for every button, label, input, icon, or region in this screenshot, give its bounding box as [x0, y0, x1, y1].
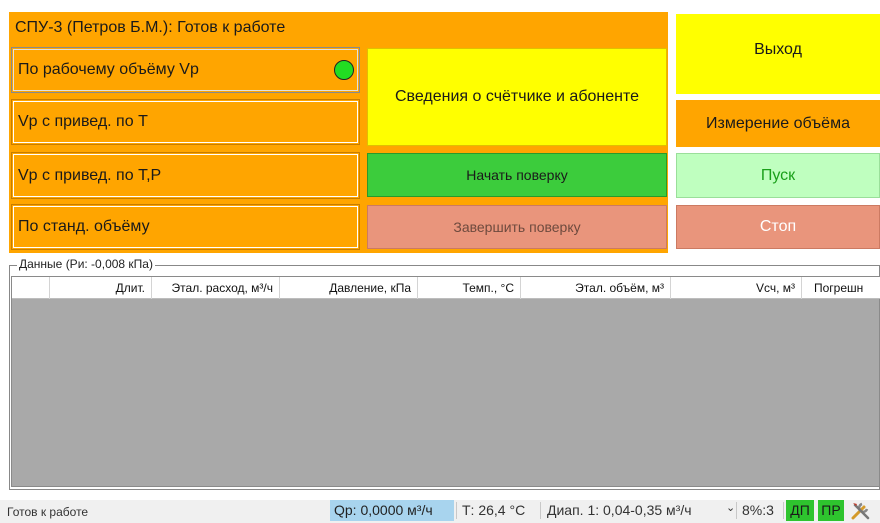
- mode-label: По станд. объёму: [18, 218, 150, 235]
- flow-rate: Qр: 0,0000 м³/ч: [330, 500, 454, 521]
- status-bar: Готов к работе Qр: 0,0000 м³/ч Т: 26,4 °…: [0, 500, 880, 523]
- mode-tp-corrected-button[interactable]: Vр с привед. по Т,Р: [11, 152, 360, 199]
- status-text: Готов к работе: [7, 505, 89, 519]
- meter-info-label: Сведения о счётчике и абоненте: [394, 88, 640, 105]
- mode-standard-volume-button[interactable]: По станд. объёму: [11, 204, 360, 250]
- temperature: Т: 26,4 °С: [462, 502, 526, 518]
- status-separator: [540, 502, 541, 519]
- status-separator: [456, 502, 457, 519]
- run-button[interactable]: Пуск: [676, 153, 880, 198]
- column-header[interactable]: Этал. объём, м³: [521, 277, 671, 299]
- column-header[interactable]: Темп., °С: [418, 277, 521, 299]
- status-separator: [783, 502, 784, 519]
- stop-label: Стоп: [759, 218, 797, 235]
- meter-info-button[interactable]: Сведения о счётчике и абоненте: [367, 48, 667, 146]
- column-header[interactable]: Давление, кПа: [280, 277, 418, 299]
- mode-label: Vр с привед. по Т,Р: [18, 166, 162, 184]
- tools-icon[interactable]: [850, 500, 880, 521]
- column-header[interactable]: Погрешн: [802, 277, 880, 299]
- grid-header: Длит. Этал. расход, м³/ч Давление, кПа Т…: [12, 277, 880, 299]
- exit-label: Выход: [754, 41, 802, 58]
- pr-indicator: ПР: [818, 500, 844, 521]
- exit-button[interactable]: Выход: [676, 14, 880, 94]
- row-header-corner: [12, 277, 50, 299]
- mode-t-corrected-button[interactable]: Vр с привед. по Т: [11, 99, 360, 145]
- mode-label: Vр с привед. по Т: [18, 113, 148, 130]
- mode-working-volume-button[interactable]: По рабочему объёму Vр: [11, 47, 360, 93]
- measure-volume-label: Измерение объёма: [676, 100, 880, 147]
- mode-label: По рабочему объёму Vр: [18, 61, 199, 78]
- finish-verification-button[interactable]: Завершить поверку: [367, 205, 667, 249]
- measure-volume-text: Измерение объёма: [706, 114, 850, 132]
- page-title: СПУ-3 (Петров Б.М.): Готов к работе: [15, 18, 286, 36]
- start-verification-button[interactable]: Начать поверку: [367, 153, 667, 197]
- data-grid[interactable]: Длит. Этал. расход, м³/ч Давление, кПа Т…: [11, 276, 880, 487]
- stop-button[interactable]: Стоп: [676, 205, 880, 249]
- data-group-label: Данные (Ри: -0,008 кПа): [17, 257, 155, 271]
- chevron-down-icon[interactable]: ⌄: [726, 498, 735, 519]
- percent-indicator: 8%:3: [742, 502, 774, 518]
- data-group-title: Данные (Ри: -0,008 кПа): [19, 257, 153, 271]
- status-separator: [736, 502, 737, 519]
- dp-indicator: ДП: [786, 500, 814, 521]
- column-header[interactable]: Vсч, м³: [671, 277, 802, 299]
- column-header[interactable]: Этал. расход, м³/ч: [152, 277, 280, 299]
- start-verification-label: Начать поверку: [466, 167, 568, 183]
- column-header[interactable]: Длит.: [50, 277, 152, 299]
- range-dropdown[interactable]: Диап. 1: 0,04-0,35 м³/ч: [547, 500, 692, 521]
- status-indicator: [334, 60, 354, 80]
- run-label: Пуск: [760, 166, 796, 184]
- finish-verification-label: Завершить поверку: [453, 219, 581, 235]
- title-bar: СПУ-3 (Петров Б.М.): Готов к работе: [9, 12, 668, 43]
